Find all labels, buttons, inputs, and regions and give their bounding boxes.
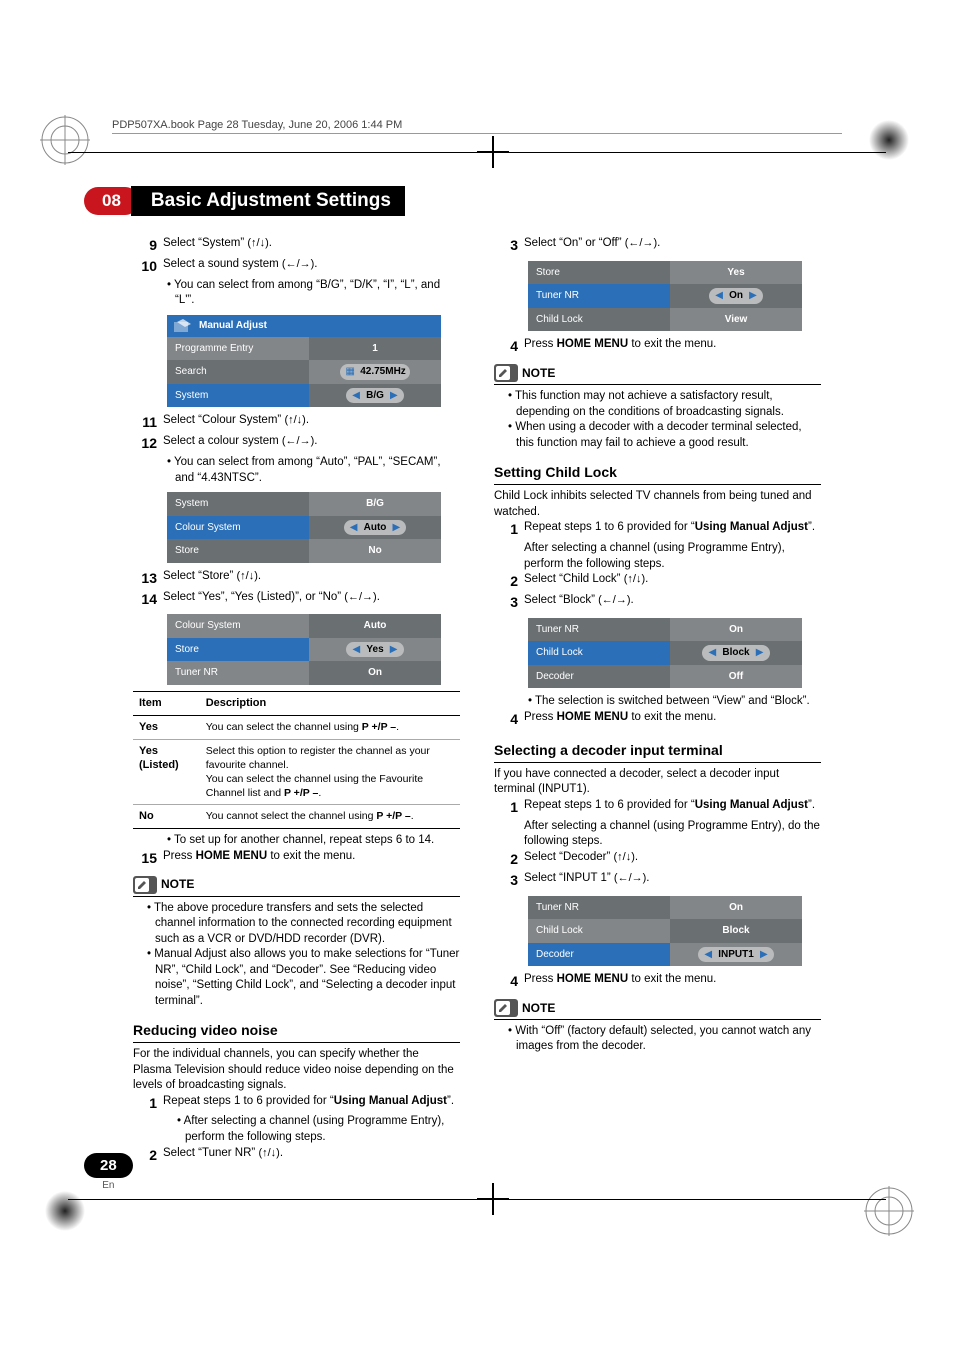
chapter-title: Basic Adjustment Settings [131,186,405,216]
pencil-icon [496,1001,510,1015]
page-number: 28 [84,1153,133,1178]
section-decoder: Selecting a decoder input terminal [494,741,821,760]
desc-yes-listed: Select this option to register the chann… [200,739,460,805]
page-footer: 28 En [84,1153,133,1191]
pencil-icon [496,366,510,380]
item-description-table: ItemDescription YesYou can select the ch… [133,691,460,829]
pencil-icon [135,878,149,892]
menu-title: Manual Adjust [167,315,273,337]
menu-child-lock: Tuner NROn Child Lock◀Block▶ DecoderOff [528,618,802,689]
col-right: 3Select “On” or “Off” (←/→). StoreYes Tu… [494,236,821,1166]
section-child-lock: Setting Child Lock [494,463,821,482]
menu-decoder: Tuner NROn Child LockBlock Decoder◀INPUT… [528,896,802,967]
print-crop-top [68,142,886,162]
keypad-icon: ▦ [344,365,356,379]
content: 9Select “System” (↑/↓). 10Select a sound… [133,236,821,1166]
desc-no: You cannot select the channel using P +/… [200,805,460,829]
print-crop-bottom [68,1189,886,1209]
running-header-text: PDP507XA.book Page 28 Tuesday, June 20, … [112,119,402,131]
right-arrow-icon: ▶ [388,389,400,403]
menu-tuner-nr: StoreYes Tuner NR◀On▶ Child LockView [528,261,802,332]
running-header: PDP507XA.book Page 28 Tuesday, June 20, … [112,119,842,134]
col-left: 9Select “System” (↑/↓). 10Select a sound… [133,236,460,1166]
note-heading: NOTE [133,876,460,894]
left-arrow-icon: ◀ [350,389,362,403]
menu-manual-adjust: Manual Adjust Programme Entry1 Search▦42… [167,315,441,408]
desc-yes: You can select the channel using P +/P –… [200,715,460,739]
menu-store: Colour SystemAuto Store◀Yes▶ Tuner NROn [167,614,441,685]
menu-colour-system: SystemB/G Colour System◀Auto▶ StoreNo [167,492,441,563]
section-reducing-noise: Reducing video noise [133,1021,460,1040]
